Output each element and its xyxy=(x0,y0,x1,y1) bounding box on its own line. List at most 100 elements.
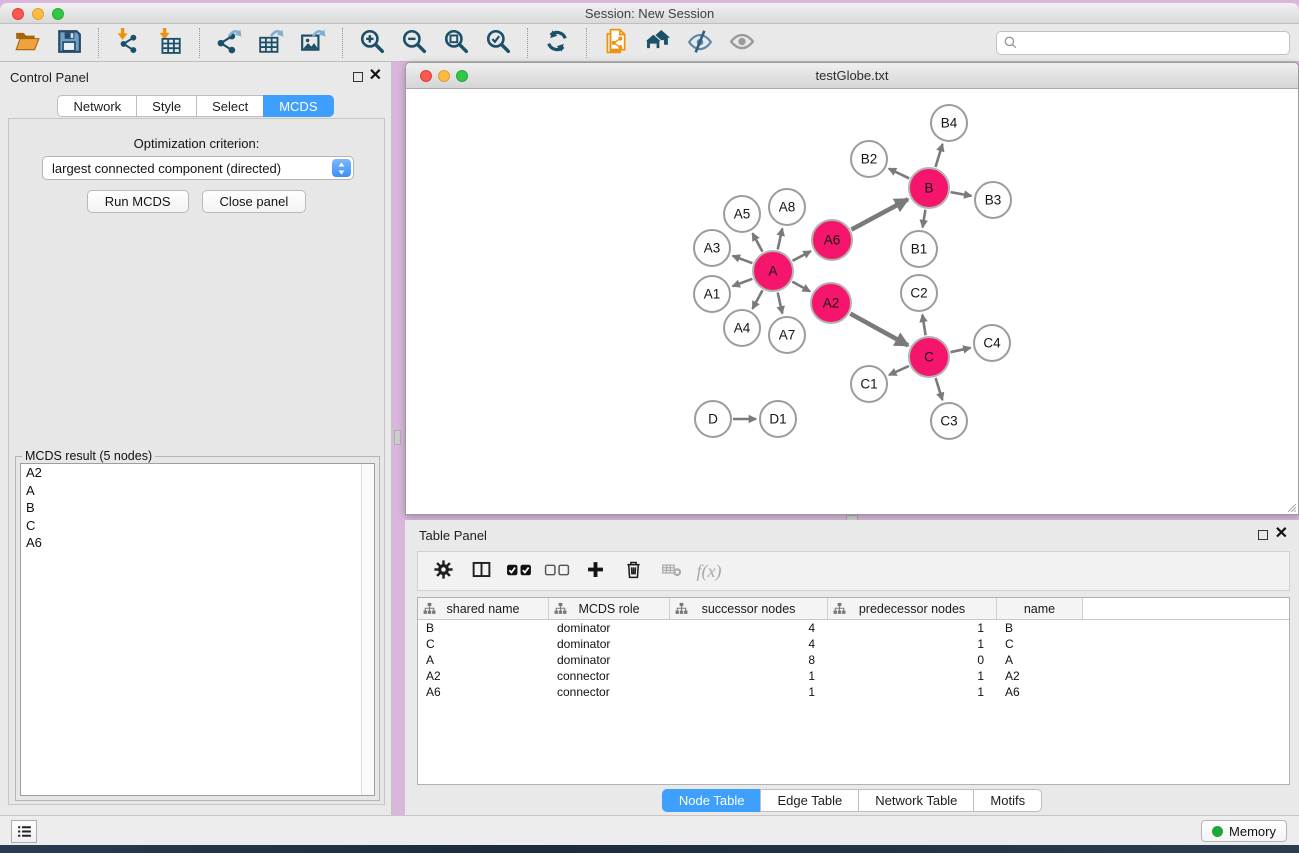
column-header-MCDS-role[interactable]: MCDS role xyxy=(549,598,670,619)
table-cell: B xyxy=(418,620,549,636)
zoom-in-button[interactable] xyxy=(355,27,389,59)
tab-style[interactable]: Style xyxy=(136,95,197,117)
shared-column-icon xyxy=(675,602,688,618)
task-history-button[interactable] xyxy=(11,820,37,843)
memory-button[interactable]: Memory xyxy=(1201,820,1287,842)
graph-node-C4[interactable]: C4 xyxy=(974,325,1010,361)
mcds-tab-content: Optimization criterion: largest connecte… xyxy=(8,118,385,805)
graph-node-B[interactable]: B xyxy=(909,168,949,208)
import-table-button[interactable] xyxy=(153,27,187,59)
table-row[interactable]: A6connector11A6 xyxy=(418,684,1289,700)
graph-node-C1[interactable]: C1 xyxy=(851,366,887,402)
column-header-successor-nodes[interactable]: successor nodes xyxy=(670,598,828,619)
graph-node-A3[interactable]: A3 xyxy=(694,230,730,266)
tab-select[interactable]: Select xyxy=(196,95,264,117)
svg-text:A7: A7 xyxy=(779,328,796,343)
graph-node-C[interactable]: C xyxy=(909,337,949,377)
mcds-list-scrollbar[interactable] xyxy=(361,464,374,795)
open-file-icon xyxy=(14,28,40,57)
delete-table-button[interactable] xyxy=(656,556,686,586)
graph-node-B3[interactable]: B3 xyxy=(975,182,1011,218)
table-row[interactable]: A2connector11A2 xyxy=(418,668,1289,684)
table-cell: A6 xyxy=(997,684,1083,700)
graph-node-B1[interactable]: B1 xyxy=(901,231,937,267)
table-cell: A xyxy=(997,652,1083,668)
column-header-name[interactable]: name xyxy=(997,598,1083,619)
zoom-out-icon xyxy=(401,28,427,57)
select-all-checkboxes-button[interactable] xyxy=(504,556,534,586)
save-session-button[interactable] xyxy=(52,27,86,59)
open-file-button[interactable] xyxy=(10,27,44,59)
table-row[interactable]: Adominator80A xyxy=(418,652,1289,668)
table-float-panel-icon[interactable] xyxy=(1258,530,1268,540)
search-input[interactable] xyxy=(1018,33,1283,53)
table-row[interactable]: Bdominator41B xyxy=(418,620,1289,636)
graph-node-A4[interactable]: A4 xyxy=(724,310,760,346)
table-cell: 1 xyxy=(828,620,997,636)
window-resize-gripper[interactable] xyxy=(1285,501,1297,513)
add-row-button[interactable] xyxy=(580,556,610,586)
mcds-result-list[interactable]: A2ABCA6 xyxy=(20,463,375,796)
graph-edge-A-A6 xyxy=(793,251,811,261)
network-window-titlebar[interactable]: testGlobe.txt xyxy=(406,63,1298,89)
network-graph-canvas[interactable]: B4 B2 B B3 A5A8A6 B1 A3 A A1 C2 A2 A4 A7 C4 C C1 C3 D D1 xyxy=(407,90,1297,514)
graph-node-A[interactable]: A xyxy=(753,251,793,291)
tab-motifs[interactable]: Motifs xyxy=(973,789,1042,812)
graph-node-A8[interactable]: A8 xyxy=(769,189,805,225)
graph-node-A1[interactable]: A1 xyxy=(694,276,730,312)
table-cell: 1 xyxy=(828,636,997,652)
graph-node-A6[interactable]: A6 xyxy=(812,220,852,260)
zoom-fit-button[interactable] xyxy=(439,27,473,59)
first-neighbors-button[interactable] xyxy=(641,27,675,59)
export-network-button[interactable] xyxy=(212,27,246,59)
table-cell: A xyxy=(418,652,549,668)
graph-node-C3[interactable]: C3 xyxy=(931,403,967,439)
graph-node-B4[interactable]: B4 xyxy=(931,105,967,141)
hide-selected-button[interactable] xyxy=(683,27,717,59)
svg-text:C1: C1 xyxy=(860,377,877,392)
float-panel-icon[interactable] xyxy=(353,72,363,82)
mcds-buttons-row: Run MCDS Close panel xyxy=(9,190,384,213)
run-mcds-button[interactable]: Run MCDS xyxy=(87,190,189,213)
function-builder-button[interactable]: f(x) xyxy=(694,556,724,586)
graph-edge-A-A8 xyxy=(778,229,783,250)
show-columns-button[interactable] xyxy=(466,556,496,586)
column-header-predecessor-nodes[interactable]: predecessor nodes xyxy=(828,598,997,619)
graph-node-C2[interactable]: C2 xyxy=(901,275,937,311)
shared-column-icon xyxy=(833,602,846,618)
graph-node-A5[interactable]: A5 xyxy=(724,196,760,232)
tab-network-table[interactable]: Network Table xyxy=(858,789,974,812)
tab-network[interactable]: Network xyxy=(57,95,137,117)
show-hidden-button[interactable] xyxy=(725,27,759,59)
table-cell: 1 xyxy=(828,668,997,684)
tab-edge-table[interactable]: Edge Table xyxy=(760,789,859,812)
export-table-button[interactable] xyxy=(254,27,288,59)
criterion-dropdown[interactable]: largest connected component (directed) xyxy=(42,156,354,180)
close-panel-icon[interactable]: ✕ xyxy=(369,66,382,86)
column-header-shared-name[interactable]: shared name xyxy=(418,598,549,619)
graph-node-A2[interactable]: A2 xyxy=(811,283,851,323)
search-box[interactable] xyxy=(996,31,1290,55)
table-row[interactable]: Cdominator41C xyxy=(418,636,1289,652)
zoom-selected-button[interactable] xyxy=(481,27,515,59)
table-cell: 8 xyxy=(670,652,828,668)
tab-node-table[interactable]: Node Table xyxy=(662,789,762,812)
graph-node-D1[interactable]: D1 xyxy=(760,401,796,437)
refresh-button[interactable] xyxy=(540,27,574,59)
export-image-button[interactable] xyxy=(296,27,330,59)
table-cell: dominator xyxy=(549,652,670,668)
graph-node-B2[interactable]: B2 xyxy=(851,141,887,177)
zoom-out-button[interactable] xyxy=(397,27,431,59)
table-close-panel-icon[interactable]: ✕ xyxy=(1275,524,1288,544)
delete-row-button[interactable] xyxy=(618,556,648,586)
close-panel-button[interactable]: Close panel xyxy=(202,190,307,213)
table-settings-button[interactable] xyxy=(428,556,458,586)
graph-node-D[interactable]: D xyxy=(695,401,731,437)
new-network-from-file-button[interactable] xyxy=(599,27,633,59)
import-network-button[interactable] xyxy=(111,27,145,59)
deselect-all-checkboxes-button[interactable] xyxy=(542,556,572,586)
graph-node-A7[interactable]: A7 xyxy=(769,317,805,353)
vertical-divider-handle[interactable] xyxy=(394,430,401,445)
tab-mcds[interactable]: MCDS xyxy=(263,95,333,117)
main-titlebar[interactable]: Session: New Session xyxy=(0,3,1299,24)
